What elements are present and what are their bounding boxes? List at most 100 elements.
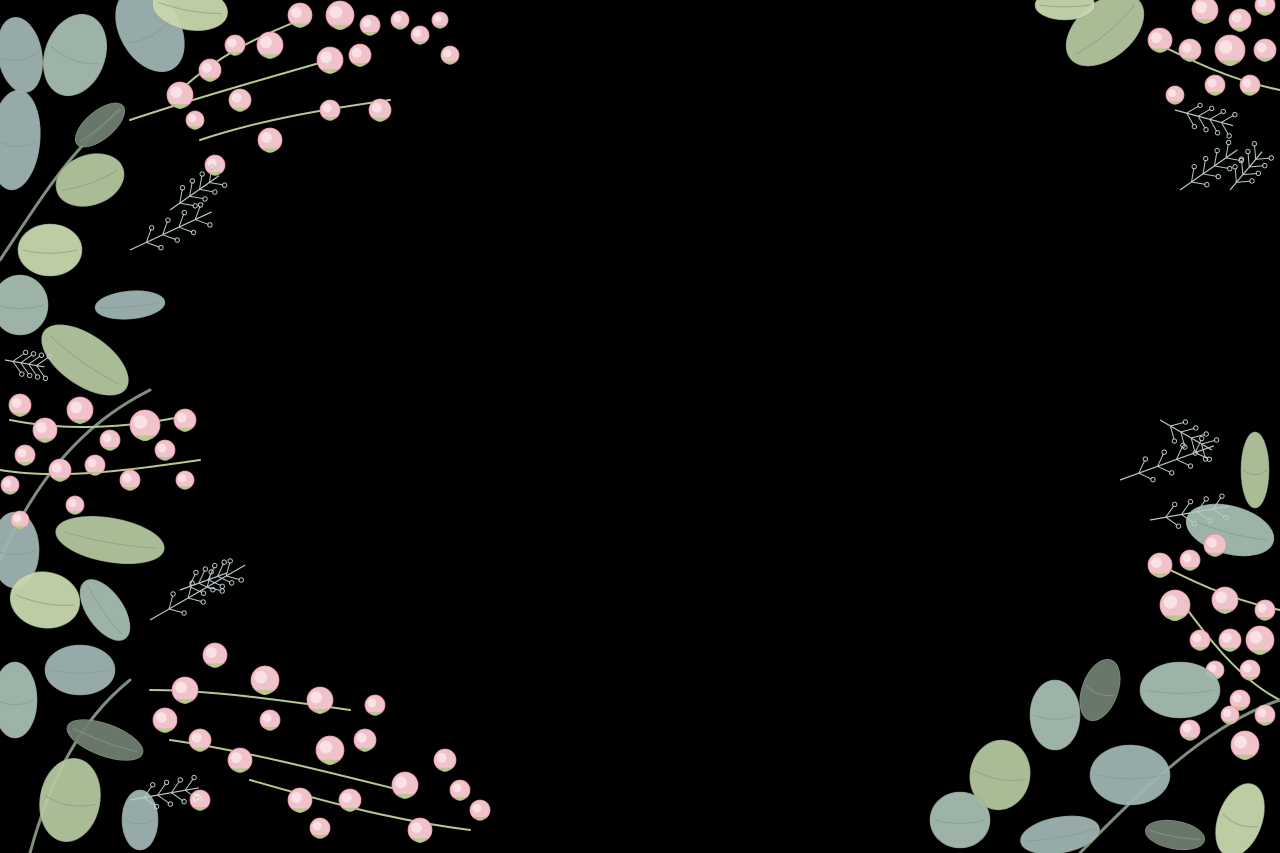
rose-bud-icon bbox=[287, 787, 313, 813]
rose-bud-icon bbox=[364, 694, 386, 716]
bud-highlight bbox=[351, 47, 362, 58]
rose-bud-icon bbox=[1203, 533, 1227, 557]
rose-bud-icon bbox=[390, 10, 410, 30]
bud-highlight bbox=[1231, 12, 1242, 23]
rose-bud-icon bbox=[1189, 629, 1211, 651]
rose-bud-icon bbox=[1165, 85, 1185, 105]
bud-highlight bbox=[329, 5, 343, 19]
bud-highlight bbox=[291, 7, 302, 18]
rose-bud-icon bbox=[228, 88, 252, 112]
rose-bud-icon bbox=[202, 642, 228, 668]
bud-highlight bbox=[188, 114, 197, 123]
rose-bud-icon bbox=[449, 779, 471, 801]
leaf-shape bbox=[17, 223, 83, 277]
bud-highlight bbox=[206, 647, 217, 658]
bud-highlight bbox=[262, 713, 272, 723]
rose-bud-icon bbox=[469, 799, 491, 821]
bud-highlight bbox=[436, 752, 447, 763]
bud-highlight bbox=[1163, 595, 1178, 609]
rose-bud-icon bbox=[129, 409, 161, 442]
leaf-shape bbox=[121, 789, 159, 851]
bud-highlight bbox=[178, 474, 187, 483]
bud-highlight bbox=[472, 803, 482, 813]
rose-bud-icon bbox=[154, 439, 176, 461]
bud-highlight bbox=[13, 514, 22, 523]
rose-bud-icon bbox=[391, 771, 419, 799]
bud-highlight bbox=[68, 499, 77, 508]
rose-bud-icon bbox=[325, 0, 355, 30]
rose-bud-icon bbox=[1239, 659, 1261, 681]
bud-highlight bbox=[1181, 42, 1192, 53]
rose-bud-icon bbox=[1147, 27, 1173, 53]
bud-highlight bbox=[260, 36, 272, 49]
rose-bud-icon bbox=[175, 470, 195, 490]
rose-bud-icon bbox=[224, 34, 246, 56]
bud-highlight bbox=[227, 38, 237, 48]
eucalyptus-leaf-icon bbox=[1139, 661, 1221, 719]
eucalyptus-leaf-icon bbox=[44, 644, 116, 696]
eucalyptus-leaf-icon bbox=[1089, 744, 1171, 806]
bud-highlight bbox=[1218, 40, 1233, 54]
leaf-shape bbox=[929, 791, 991, 849]
rose-bud-icon bbox=[1179, 719, 1201, 741]
floral-frame-canvas bbox=[0, 0, 1280, 853]
bud-highlight bbox=[231, 752, 242, 763]
rose-bud-icon bbox=[1178, 38, 1202, 62]
bud-highlight bbox=[319, 740, 333, 754]
bud-highlight bbox=[157, 443, 167, 453]
rose-bud-icon bbox=[1214, 34, 1246, 67]
bud-highlight bbox=[170, 86, 182, 99]
bud-highlight bbox=[254, 670, 268, 684]
bud-highlight bbox=[1206, 537, 1217, 548]
bud-highlight bbox=[36, 422, 47, 433]
rose-bud-icon bbox=[173, 408, 197, 432]
bud-highlight bbox=[434, 14, 442, 22]
rose-bud-icon bbox=[188, 728, 212, 752]
bud-highlight bbox=[102, 433, 112, 443]
bud-highlight bbox=[362, 18, 372, 28]
rose-bud-icon bbox=[8, 393, 32, 417]
rose-bud-icon bbox=[1230, 730, 1260, 760]
bud-highlight bbox=[371, 102, 382, 113]
bud-highlight bbox=[1249, 630, 1263, 644]
rose-bud-icon bbox=[1211, 586, 1239, 614]
bud-highlight bbox=[341, 792, 352, 803]
bud-highlight bbox=[443, 49, 452, 58]
rose-bud-icon bbox=[348, 43, 372, 67]
rose-bud-icon bbox=[431, 11, 449, 29]
rose-bud-icon bbox=[0, 475, 20, 495]
rose-bud-icon bbox=[259, 709, 281, 731]
leaf-shape bbox=[44, 644, 116, 696]
bud-highlight bbox=[411, 822, 422, 833]
rose-bud-icon bbox=[287, 2, 313, 28]
bud-highlight bbox=[1257, 603, 1267, 613]
eucalyptus-leaf-icon bbox=[1240, 431, 1270, 509]
bud-highlight bbox=[70, 401, 82, 414]
rose-bud-icon bbox=[306, 686, 334, 714]
rose-bud-icon bbox=[1254, 599, 1276, 621]
rose-bud-icon bbox=[198, 58, 222, 82]
rose-bud-icon bbox=[65, 495, 85, 515]
eucalyptus-leaf-icon bbox=[929, 791, 991, 849]
rose-bud-icon bbox=[250, 665, 280, 695]
rose-bud-icon bbox=[99, 429, 121, 451]
rose-bud-icon bbox=[319, 99, 341, 121]
rose-bud-icon bbox=[185, 110, 205, 130]
bud-highlight bbox=[310, 691, 322, 704]
eucalyptus-leaf-icon bbox=[17, 223, 83, 277]
rose-bud-icon bbox=[1245, 625, 1275, 655]
rose-bud-icon bbox=[1179, 549, 1201, 571]
rose-bud-icon bbox=[1239, 74, 1261, 96]
bud-highlight bbox=[1182, 553, 1192, 563]
rose-bud-icon bbox=[119, 469, 141, 491]
rose-bud-icon bbox=[32, 417, 58, 443]
rose-bud-icon bbox=[1253, 38, 1277, 62]
bud-highlight bbox=[3, 479, 12, 488]
rose-bud-icon bbox=[1159, 589, 1191, 622]
leaf-shape bbox=[1139, 661, 1221, 719]
rose-bud-icon bbox=[359, 14, 381, 36]
bud-highlight bbox=[1207, 78, 1217, 88]
bud-highlight bbox=[261, 132, 272, 143]
rose-bud-icon bbox=[410, 25, 430, 45]
bud-highlight bbox=[17, 448, 27, 458]
